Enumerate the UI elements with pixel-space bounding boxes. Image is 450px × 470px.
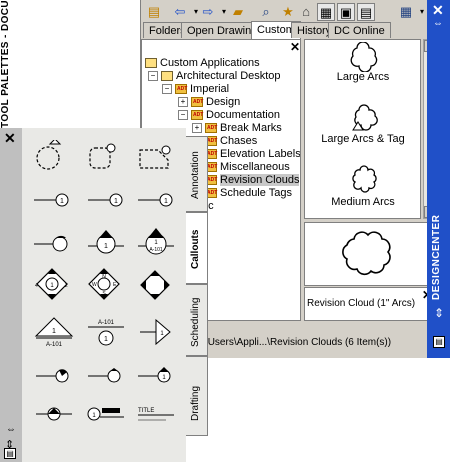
tool-palette-tabs: Annotation Callouts Scheduling Drafting (186, 136, 210, 436)
description-toggle-icon[interactable]: ▤ (357, 3, 375, 21)
menu-icon[interactable]: ▤ (4, 448, 16, 459)
revision-cloud-tool-icon[interactable] (34, 140, 68, 172)
content-list[interactable]: Large Arcs Large Arcs & Tag Medium Arcs (304, 39, 421, 219)
leader-tag-tool-icon[interactable] (34, 362, 74, 390)
tag-number: 1 (52, 328, 56, 335)
preview-pane (304, 222, 436, 286)
interior-elevation-mark-tool-icon[interactable]: 1 4 2 (34, 266, 70, 302)
adt-folder-icon: ADT (205, 123, 218, 134)
title-bar-scale-tool-icon[interactable]: 1 (86, 402, 126, 426)
title-bar-tool-icon[interactable] (34, 402, 74, 426)
tool-palette-titlebar[interactable]: ✕ TOOL PALETTES - DOCUMENT ⇔ ⇕ ▤ (0, 0, 22, 462)
application-icon (145, 58, 157, 69)
expand-icon[interactable]: + (178, 97, 188, 108)
tab-drafting[interactable]: Drafting (186, 356, 208, 436)
designcenter-close-icon[interactable]: ✕ (432, 2, 444, 19)
menu-icon[interactable]: ▤ (433, 336, 445, 348)
reference-keynote-tool-icon[interactable]: 1 (86, 188, 126, 212)
reference-keynote-tool-icon[interactable]: 1 (32, 188, 72, 212)
tag-number: 1 (164, 198, 168, 205)
home-icon[interactable]: ⌂ (297, 3, 315, 21)
tool-palette-close-icon[interactable]: ✕ (4, 130, 16, 147)
leader-tag-tool-icon[interactable] (86, 362, 126, 390)
designcenter-title: DESIGNCENTER (431, 214, 442, 300)
revision-cloud-polygonal-tool-icon[interactable] (136, 140, 174, 172)
adt-folder-icon: ADT (191, 110, 204, 121)
tree-item-documentation[interactable]: − ADT Documentation (178, 109, 280, 122)
tag-number: 1 (60, 198, 64, 205)
sheet-number: A-101 (149, 247, 163, 253)
adt-folder-icon: ADT (191, 97, 204, 108)
designcenter-tabs: Folders Open Drawings Custom History DC … (141, 21, 427, 39)
title-text: TITLE (138, 408, 154, 414)
revision-cloud-preview-icon (342, 231, 391, 276)
elevation-mark-tool-icon[interactable]: 1 A-101 (136, 222, 176, 258)
favorites-icon[interactable]: ★ (279, 3, 297, 21)
revision-cloud-rectangular-tool-icon[interactable] (86, 140, 120, 172)
load-icon[interactable]: ▤ (145, 3, 163, 21)
title-mark-circle-tool-icon[interactable]: A-101 1 (86, 316, 126, 348)
up-folder-icon[interactable]: ▰ (229, 3, 247, 21)
tag-number: 2 (65, 283, 68, 289)
description-text: Revision Cloud (1" Arcs) (307, 298, 416, 309)
tree-item-architectural-desktop[interactable]: − Architectural Desktop (148, 70, 281, 83)
auto-hide-icon[interactable]: ⇔ (6, 424, 16, 435)
preview-toggle-icon[interactable]: ▣ (337, 3, 355, 21)
application-icon (161, 71, 173, 82)
search-icon[interactable]: ⌕ (257, 3, 275, 21)
tag-number: N (102, 274, 106, 280)
sheet-number: A-101 (98, 320, 115, 326)
revision-cloud-large-arcs-icon[interactable] (347, 42, 381, 72)
adt-folder-icon: ADT (175, 84, 188, 95)
tree-item-imperial[interactable]: − ADT Imperial (162, 83, 229, 96)
expand-icon[interactable]: + (192, 123, 202, 134)
section-mark-tool-icon[interactable] (32, 226, 72, 256)
tag-number: 4 (35, 283, 38, 289)
revision-cloud-arcs-tag-icon[interactable] (351, 102, 381, 132)
auto-hide-icon[interactable]: ⇔ (433, 18, 443, 29)
tool-palette-window: ✕ TOOL PALETTES - DOCUMENT ⇔ ⇕ ▤ 1 1 1 1… (0, 0, 186, 462)
tag-number: W (92, 282, 97, 288)
compass-elevation-mark-tool-icon[interactable]: N S W E (86, 266, 122, 302)
tab-callouts[interactable]: Callouts (186, 212, 208, 284)
tag-number: 1 (104, 336, 108, 343)
tag-number: 1 (104, 243, 108, 250)
tree-view-toggle-icon[interactable]: ▦ (317, 3, 335, 21)
preview-item-label: Large Arcs (336, 71, 390, 83)
description-pane: Revision Cloud (1" Arcs) ✕ (304, 287, 436, 321)
title-mark-arrow-tool-icon[interactable]: 1 (136, 316, 176, 348)
collapse-icon[interactable]: − (162, 84, 172, 95)
collapse-icon[interactable]: − (148, 71, 158, 82)
tree-item-design[interactable]: + ADT Design (178, 96, 240, 109)
preview-item-label: Medium Arcs (331, 196, 395, 208)
tree-item-break-marks[interactable]: + ADT Break Marks (192, 122, 282, 135)
tree-close-icon[interactable]: ✕ (290, 40, 300, 54)
leader-tag-tool-icon[interactable]: 1 (136, 362, 176, 390)
detail-mark-tool-icon[interactable]: 1 (86, 224, 126, 256)
title-mark-triangle-tool-icon[interactable]: 1 A-101 (34, 316, 74, 348)
preview-item-label: Large Arcs & Tag (321, 133, 405, 145)
tab-scheduling[interactable]: Scheduling (186, 284, 208, 356)
designcenter-titlebar[interactable]: DESIGNCENTER ⇔ ⇕ ▤ (427, 0, 450, 358)
collapse-icon[interactable]: − (178, 110, 188, 121)
tree-item-custom-applications[interactable]: Custom Applications (145, 57, 260, 70)
reference-keynote-tool-icon[interactable]: 1 (136, 188, 176, 212)
tab-annotation[interactable]: Annotation (186, 136, 208, 212)
tool-palette-title: TOOL PALETTES - DOCUMENT (0, 0, 11, 128)
sheet-number: A-101 (46, 342, 63, 348)
multi-elevation-mark-tool-icon[interactable] (138, 268, 172, 302)
tag-number: 1 (114, 198, 118, 205)
properties-icon[interactable]: ⇕ (434, 306, 444, 320)
tab-dc-online[interactable]: DC Online (328, 22, 391, 38)
title-bar-plain-tool-icon[interactable]: TITLE (136, 402, 178, 426)
revision-cloud-medium-arcs-icon[interactable] (351, 164, 379, 194)
tool-grid: 1 1 1 1 1 A-101 1 4 2 N S W E 1 A-101 A-… (22, 128, 186, 462)
